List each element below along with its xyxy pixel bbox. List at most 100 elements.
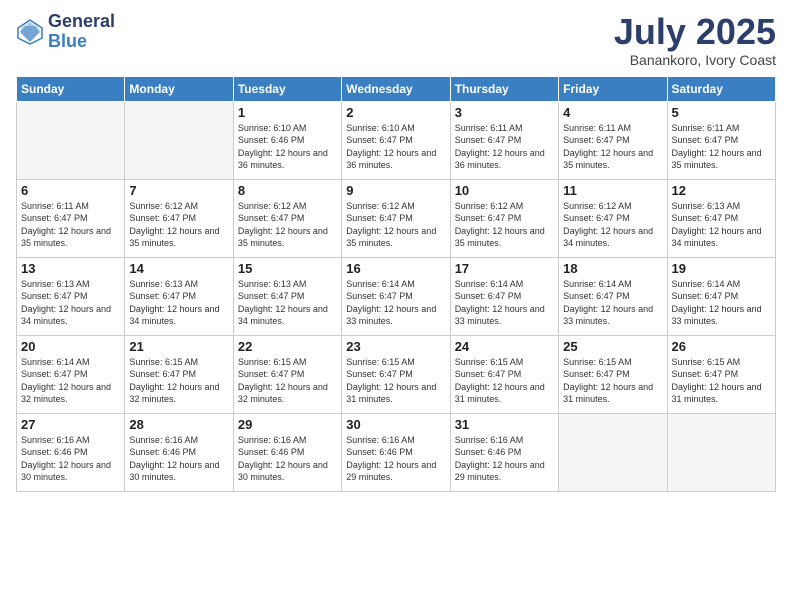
table-row: 13Sunrise: 6:13 AM Sunset: 6:47 PM Dayli… bbox=[17, 257, 125, 335]
day-number: 16 bbox=[346, 261, 445, 276]
title-block: July 2025 Banankoro, Ivory Coast bbox=[614, 12, 776, 68]
day-number: 17 bbox=[455, 261, 554, 276]
table-row: 2 Sunrise: 6:10 AM Sunset: 6:47 PM Daylig… bbox=[342, 101, 450, 179]
table-row: 23 Sunrise: 6:15 AM Sunset: 6:47 PM Dayli… bbox=[342, 335, 450, 413]
logo-text: General Blue bbox=[48, 12, 115, 52]
day-number: 25 bbox=[563, 339, 662, 354]
table-row: 14Sunrise: 6:13 AM Sunset: 6:47 PM Dayli… bbox=[125, 257, 233, 335]
day-number: 2 bbox=[346, 105, 445, 120]
day-number: 18 bbox=[563, 261, 662, 276]
day-number: 12 bbox=[672, 183, 771, 198]
table-row: 5 Sunrise: 6:11 AM Sunset: 6:47 PM Daylig… bbox=[667, 101, 775, 179]
logo-blue: Blue bbox=[48, 31, 87, 51]
day-info: Sunrise: 6:12 AM Sunset: 6:47 PM Dayligh… bbox=[563, 200, 662, 250]
table-row bbox=[125, 101, 233, 179]
table-row: 25 Sunrise: 6:15 AM Sunset: 6:47 PM Dayli… bbox=[559, 335, 667, 413]
day-info: Sunrise: 6:12 AM Sunset: 6:47 PM Dayligh… bbox=[455, 200, 554, 250]
day-info: Sunrise: 6:14 AM Sunset: 6:47 PM Dayligh… bbox=[21, 356, 120, 406]
day-info: Sunrise: 6:14 AM Sunset: 6:47 PM Dayligh… bbox=[346, 278, 445, 328]
day-info: Sunrise: 6:14 AM Sunset: 6:47 PM Dayligh… bbox=[455, 278, 554, 328]
header-friday: Friday bbox=[559, 76, 667, 101]
day-info: Sunrise: 6:11 AM Sunset: 6:47 PM Dayligh… bbox=[21, 200, 120, 250]
logo: General Blue bbox=[16, 12, 115, 52]
header-monday: Monday bbox=[125, 76, 233, 101]
table-row: 20 Sunrise: 6:14 AM Sunset: 6:47 PM Dayli… bbox=[17, 335, 125, 413]
table-row: 30 Sunrise: 6:16 AM Sunset: 6:46 PM Dayli… bbox=[342, 413, 450, 491]
calendar-page: General Blue July 2025 Banankoro, Ivory … bbox=[0, 0, 792, 612]
table-row: 7 Sunrise: 6:12 AM Sunset: 6:47 PM Daylig… bbox=[125, 179, 233, 257]
day-number: 27 bbox=[21, 417, 120, 432]
table-row: 16 Sunrise: 6:14 AM Sunset: 6:47 PM Dayli… bbox=[342, 257, 450, 335]
day-info: Sunrise: 6:16 AM Sunset: 6:46 PM Dayligh… bbox=[129, 434, 228, 484]
table-row: 27Sunrise: 6:16 AM Sunset: 6:46 PM Dayli… bbox=[17, 413, 125, 491]
day-number: 7 bbox=[129, 183, 228, 198]
day-info: Sunrise: 6:15 AM Sunset: 6:47 PM Dayligh… bbox=[563, 356, 662, 406]
calendar-header-row: Sunday Monday Tuesday Wednesday Thursday… bbox=[17, 76, 776, 101]
table-row: 24 Sunrise: 6:15 AM Sunset: 6:47 PM Dayli… bbox=[450, 335, 558, 413]
day-number: 28 bbox=[129, 417, 228, 432]
day-number: 4 bbox=[563, 105, 662, 120]
table-row: 11Sunrise: 6:12 AM Sunset: 6:47 PM Dayli… bbox=[559, 179, 667, 257]
day-number: 21 bbox=[129, 339, 228, 354]
day-number: 5 bbox=[672, 105, 771, 120]
day-info: Sunrise: 6:11 AM Sunset: 6:47 PM Dayligh… bbox=[563, 122, 662, 172]
logo-general: General bbox=[48, 11, 115, 31]
table-row: 22 Sunrise: 6:15 AM Sunset: 6:47 PM Dayli… bbox=[233, 335, 341, 413]
table-row: 19Sunrise: 6:14 AM Sunset: 6:47 PM Dayli… bbox=[667, 257, 775, 335]
table-row: 4 Sunrise: 6:11 AM Sunset: 6:47 PM Daylig… bbox=[559, 101, 667, 179]
table-row bbox=[559, 413, 667, 491]
day-info: Sunrise: 6:12 AM Sunset: 6:47 PM Dayligh… bbox=[129, 200, 228, 250]
table-row: 10Sunrise: 6:12 AM Sunset: 6:47 PM Dayli… bbox=[450, 179, 558, 257]
table-row: 17 Sunrise: 6:14 AM Sunset: 6:47 PM Dayli… bbox=[450, 257, 558, 335]
day-number: 20 bbox=[21, 339, 120, 354]
day-info: Sunrise: 6:16 AM Sunset: 6:46 PM Dayligh… bbox=[346, 434, 445, 484]
day-number: 30 bbox=[346, 417, 445, 432]
day-number: 23 bbox=[346, 339, 445, 354]
logo-icon bbox=[16, 18, 44, 46]
day-info: Sunrise: 6:16 AM Sunset: 6:46 PM Dayligh… bbox=[238, 434, 337, 484]
header-wednesday: Wednesday bbox=[342, 76, 450, 101]
table-row bbox=[667, 413, 775, 491]
day-info: Sunrise: 6:10 AM Sunset: 6:46 PM Dayligh… bbox=[238, 122, 337, 172]
day-number: 6 bbox=[21, 183, 120, 198]
title-month: July 2025 bbox=[614, 12, 776, 52]
header-tuesday: Tuesday bbox=[233, 76, 341, 101]
day-number: 3 bbox=[455, 105, 554, 120]
day-info: Sunrise: 6:13 AM Sunset: 6:47 PM Dayligh… bbox=[21, 278, 120, 328]
day-info: Sunrise: 6:16 AM Sunset: 6:46 PM Dayligh… bbox=[455, 434, 554, 484]
day-number: 1 bbox=[238, 105, 337, 120]
day-info: Sunrise: 6:13 AM Sunset: 6:47 PM Dayligh… bbox=[672, 200, 771, 250]
day-info: Sunrise: 6:11 AM Sunset: 6:47 PM Dayligh… bbox=[455, 122, 554, 172]
day-info: Sunrise: 6:15 AM Sunset: 6:47 PM Dayligh… bbox=[346, 356, 445, 406]
header-saturday: Saturday bbox=[667, 76, 775, 101]
day-info: Sunrise: 6:13 AM Sunset: 6:47 PM Dayligh… bbox=[238, 278, 337, 328]
day-info: Sunrise: 6:15 AM Sunset: 6:47 PM Dayligh… bbox=[129, 356, 228, 406]
day-info: Sunrise: 6:12 AM Sunset: 6:47 PM Dayligh… bbox=[346, 200, 445, 250]
table-row: 3 Sunrise: 6:11 AM Sunset: 6:47 PM Daylig… bbox=[450, 101, 558, 179]
day-number: 22 bbox=[238, 339, 337, 354]
table-row: 31Sunrise: 6:16 AM Sunset: 6:46 PM Dayli… bbox=[450, 413, 558, 491]
header-thursday: Thursday bbox=[450, 76, 558, 101]
day-info: Sunrise: 6:14 AM Sunset: 6:47 PM Dayligh… bbox=[563, 278, 662, 328]
day-number: 14 bbox=[129, 261, 228, 276]
calendar-week-row: 6 Sunrise: 6:11 AM Sunset: 6:47 PM Daylig… bbox=[17, 179, 776, 257]
calendar-week-row: 13Sunrise: 6:13 AM Sunset: 6:47 PM Dayli… bbox=[17, 257, 776, 335]
calendar-week-row: 1 Sunrise: 6:10 AM Sunset: 6:46 PM Daylig… bbox=[17, 101, 776, 179]
day-info: Sunrise: 6:14 AM Sunset: 6:47 PM Dayligh… bbox=[672, 278, 771, 328]
day-info: Sunrise: 6:15 AM Sunset: 6:47 PM Dayligh… bbox=[238, 356, 337, 406]
table-row: 26 Sunrise: 6:15 AM Sunset: 6:47 PM Dayli… bbox=[667, 335, 775, 413]
table-row: 9Sunrise: 6:12 AM Sunset: 6:47 PM Daylig… bbox=[342, 179, 450, 257]
day-info: Sunrise: 6:15 AM Sunset: 6:47 PM Dayligh… bbox=[455, 356, 554, 406]
day-number: 29 bbox=[238, 417, 337, 432]
title-location: Banankoro, Ivory Coast bbox=[614, 52, 776, 68]
day-number: 26 bbox=[672, 339, 771, 354]
day-info: Sunrise: 6:11 AM Sunset: 6:47 PM Dayligh… bbox=[672, 122, 771, 172]
table-row: 28 Sunrise: 6:16 AM Sunset: 6:46 PM Dayli… bbox=[125, 413, 233, 491]
table-row: 12 Sunrise: 6:13 AM Sunset: 6:47 PM Dayli… bbox=[667, 179, 775, 257]
day-number: 8 bbox=[238, 183, 337, 198]
day-info: Sunrise: 6:10 AM Sunset: 6:47 PM Dayligh… bbox=[346, 122, 445, 172]
day-number: 24 bbox=[455, 339, 554, 354]
day-info: Sunrise: 6:15 AM Sunset: 6:47 PM Dayligh… bbox=[672, 356, 771, 406]
day-number: 15 bbox=[238, 261, 337, 276]
table-row: 8Sunrise: 6:12 AM Sunset: 6:47 PM Daylig… bbox=[233, 179, 341, 257]
